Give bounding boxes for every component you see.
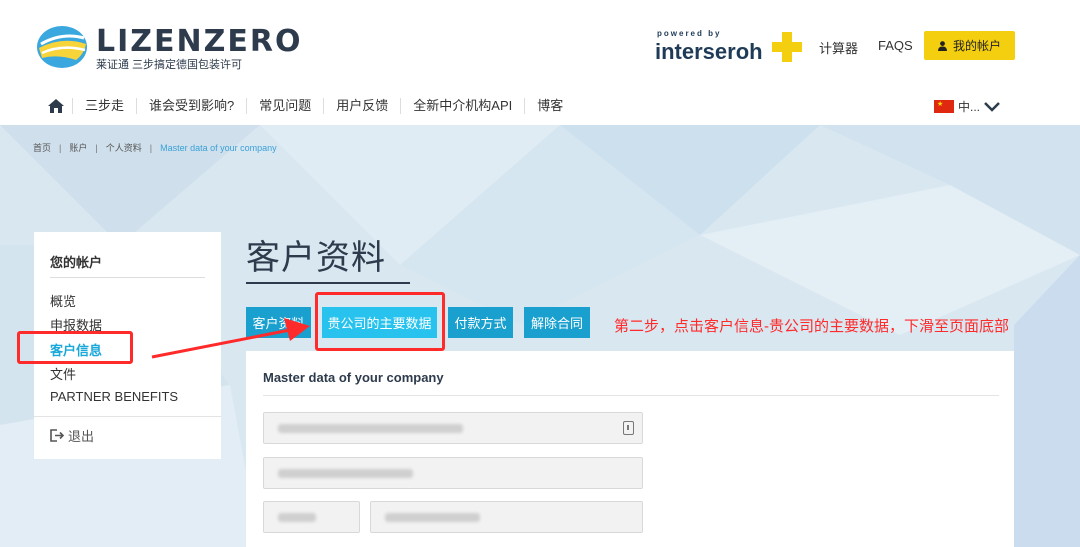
brand-tagline: 莱证通 三步搞定德国包装许可	[96, 59, 243, 71]
main-nav: 三步走 谁会受到影响? 常见问题 用户反馈 全新中介机构API 博客	[40, 94, 575, 118]
redacted-value	[385, 513, 480, 522]
user-icon	[937, 40, 947, 51]
tab-cancel-contract[interactable]: 解除合同	[524, 307, 590, 338]
postal-code-field[interactable]	[263, 501, 360, 533]
card-title: Master data of your company	[263, 370, 444, 385]
redacted-value	[278, 424, 463, 433]
city-field[interactable]	[370, 501, 643, 533]
breadcrumb-current: Master data of your company	[160, 142, 277, 153]
logout-link[interactable]: 退出	[50, 426, 94, 445]
language-selector[interactable]: ★ 中...	[934, 98, 1000, 115]
sidebar-item-declarations[interactable]: 申报数据	[50, 315, 102, 334]
lizenzero-logo-mark-icon	[37, 26, 87, 68]
sidebar-item-documents[interactable]: 文件	[50, 364, 76, 383]
home-icon	[48, 99, 64, 113]
faqs-link[interactable]: FAQS	[878, 38, 913, 53]
company-name-field[interactable]	[263, 412, 643, 444]
master-data-card: Master data of your company	[246, 351, 1014, 547]
site-header: LIZENZERO 莱证通 三步搞定德国包装许可 powered by inte…	[0, 0, 1080, 125]
page-title: 客户资料	[246, 239, 386, 277]
sidebar-divider	[50, 277, 205, 278]
card-divider	[263, 395, 999, 396]
sidebar-divider	[34, 416, 221, 417]
breadcrumb-account[interactable]: 账户	[69, 141, 87, 154]
account-sidebar: 您的帐户 概览 申报数据 客户信息 文件 PARTNER BENEFITS 退出	[34, 232, 221, 459]
nav-item-blog[interactable]: 博客	[524, 98, 575, 114]
info-icon[interactable]	[623, 421, 634, 435]
lizenzero-logo[interactable]: LIZENZERO 莱证通 三步搞定德国包装许可	[36, 22, 300, 74]
china-flag-icon: ★	[934, 100, 954, 113]
plus-cross-icon	[772, 32, 802, 62]
redacted-value	[278, 513, 316, 522]
title-underline	[246, 282, 410, 284]
home-nav-button[interactable]	[40, 96, 72, 116]
breadcrumb-home[interactable]: 首页	[33, 141, 51, 154]
nav-item-feedback[interactable]: 用户反馈	[323, 98, 400, 114]
logout-icon	[50, 429, 64, 442]
sidebar-item-partner-benefits[interactable]: PARTNER BENEFITS	[50, 389, 178, 404]
sidebar-title: 您的帐户	[50, 255, 103, 270]
chevron-down-icon	[984, 101, 1000, 112]
breadcrumb-separator: |	[59, 142, 62, 153]
interseroh-logo[interactable]: powered by interseroh	[655, 29, 805, 69]
redacted-value	[278, 469, 413, 478]
annotation-instruction: 第二步，点击客户信息-贵公司的主要数据，下滑至页面底部	[614, 318, 1009, 335]
sidebar-item-customer-info[interactable]: 客户信息	[50, 340, 102, 359]
my-account-button[interactable]: 我的帐户	[924, 31, 1015, 60]
tab-payment-method[interactable]: 付款方式	[448, 307, 513, 338]
powered-by-label: powered by	[657, 29, 722, 38]
breadcrumb-separator: |	[149, 142, 153, 153]
interseroh-brand: interseroh	[655, 39, 763, 64]
nav-item-who-affected[interactable]: 谁会受到影响?	[136, 98, 246, 114]
calculator-link[interactable]: 计算器	[819, 38, 858, 57]
tab-customer-profile[interactable]: 客户资料	[246, 307, 311, 338]
logout-label: 退出	[68, 429, 95, 444]
my-account-label: 我的帐户	[952, 39, 1001, 53]
brand-name: LIZENZERO	[96, 24, 303, 59]
breadcrumb-profile[interactable]: 个人资料	[106, 141, 142, 154]
sidebar-item-overview[interactable]: 概览	[50, 291, 76, 310]
breadcrumb-separator: |	[95, 142, 98, 153]
breadcrumb: 首页 | 账户 | 个人资料 | Master data of your com…	[33, 141, 277, 154]
nav-item-faq[interactable]: 常见问题	[246, 98, 323, 114]
tab-company-master-data[interactable]: 贵公司的主要数据	[322, 307, 437, 338]
address-field[interactable]	[263, 457, 643, 489]
language-label: 中...	[958, 100, 981, 114]
nav-item-agency-api[interactable]: 全新中介机构API	[400, 98, 524, 114]
nav-item-three-steps[interactable]: 三步走	[72, 98, 136, 114]
